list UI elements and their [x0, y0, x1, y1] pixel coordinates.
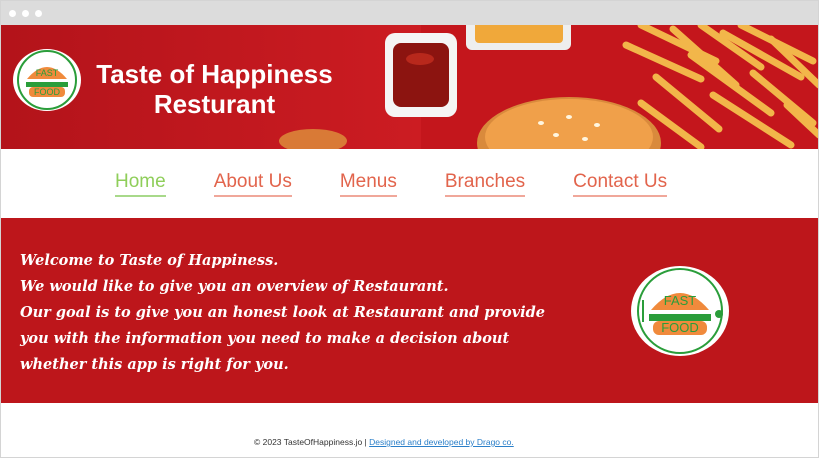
nav-about-link[interactable]: About Us: [213, 171, 292, 197]
hero-banner: FAST FOOD Taste of Happiness Resturant: [1, 25, 818, 149]
window-dot-icon: [35, 9, 42, 17]
logo-header[interactable]: FAST FOOD: [13, 49, 81, 111]
welcome-line: Our goal is to give you an honest look a…: [20, 304, 546, 321]
browser-window: FAST FOOD Taste of Happiness Resturant H…: [0, 0, 819, 458]
welcome-line: Welcome to Taste of Happiness.: [20, 252, 279, 269]
footer-copyright: © 2023 TasteOfHappiness.jo |: [254, 437, 367, 447]
svg-text:FAST: FAST: [664, 293, 697, 308]
svg-text:FOOD: FOOD: [661, 320, 699, 335]
welcome-line: you with the information you need to mak…: [20, 330, 510, 347]
welcome-section: Welcome to Taste of Happiness. We would …: [1, 218, 818, 403]
window-dot-icon: [9, 9, 16, 17]
nav-menus-link[interactable]: Menus: [339, 171, 397, 197]
hero-title: Taste of Happiness Resturant: [87, 59, 342, 119]
nav-branches-link[interactable]: Branches: [444, 171, 526, 197]
window-dot-icon: [22, 9, 29, 17]
fast-food-logo-icon: FAST FOOD: [17, 50, 77, 110]
footer-credit-link[interactable]: Designed and developed by Drago co.: [369, 437, 514, 447]
browser-chrome: [1, 1, 818, 25]
nav-home-link[interactable]: Home: [115, 171, 166, 197]
welcome-line: whether this app is right for you.: [20, 356, 289, 373]
welcome-line: We would like to give you an overview of…: [20, 278, 449, 295]
fast-food-logo-icon: FAST FOOD: [637, 268, 723, 354]
svg-text:FAST: FAST: [36, 68, 59, 78]
svg-text:FOOD: FOOD: [34, 87, 60, 97]
main-navigation: Home About Us Menus Branches Contact Us: [1, 149, 818, 218]
hero-title-line1: Taste of Happiness: [96, 59, 333, 89]
welcome-text: Welcome to Taste of Happiness. We would …: [20, 248, 546, 378]
logo-welcome: FAST FOOD: [631, 266, 729, 356]
footer-text: © 2023 TasteOfHappiness.jo | Designed an…: [254, 437, 514, 447]
page-footer: © 2023 TasteOfHappiness.jo | Designed an…: [1, 403, 818, 457]
hero-title-line2: Resturant: [153, 89, 276, 119]
nav-contact-link[interactable]: Contact Us: [573, 171, 668, 197]
